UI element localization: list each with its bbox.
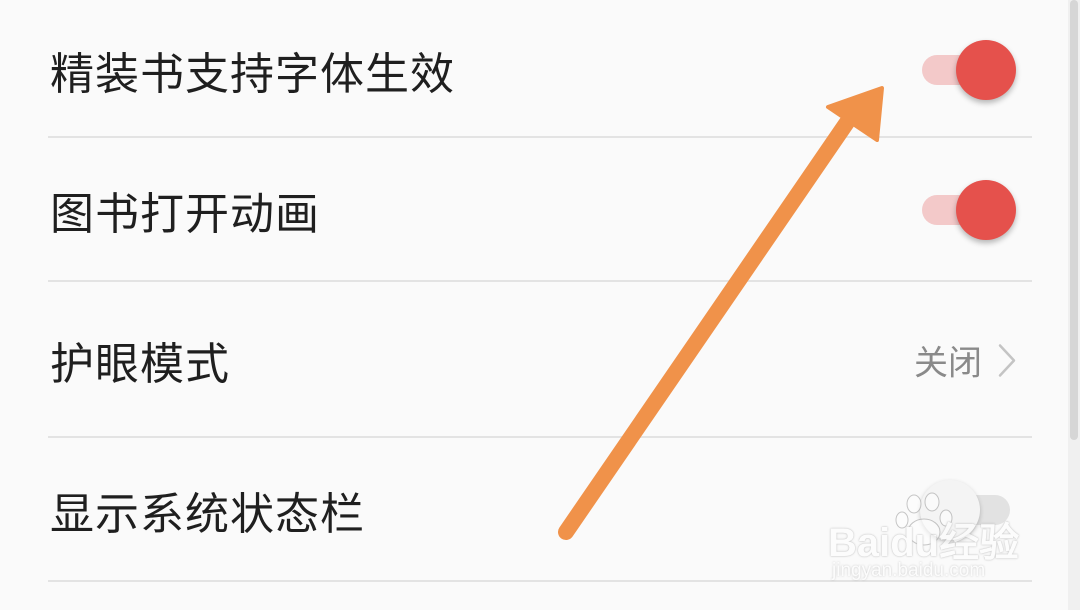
setting-label: 显示系统状态栏: [50, 489, 365, 540]
scrollbar-thumb[interactable]: [1070, 0, 1078, 440]
chevron-right-icon: [998, 343, 1016, 377]
setting-row-open-animation[interactable]: 图书打开动画: [0, 140, 1068, 280]
toggle-thumb: [956, 180, 1016, 240]
setting-label: 图书打开动画: [50, 189, 320, 240]
setting-label: 护眼模式: [50, 339, 230, 390]
setting-row-status-bar[interactable]: 显示系统状态栏: [0, 440, 1068, 580]
divider: [48, 136, 1032, 138]
settings-list: 精装书支持字体生效 图书打开动画 护眼模式 关闭 显示系统状态栏: [0, 0, 1068, 610]
eye-care-value: 关闭: [914, 343, 982, 384]
font-effect-toggle[interactable]: [920, 38, 1016, 102]
eye-care-value-link[interactable]: 关闭: [914, 336, 1016, 385]
toggle-thumb: [920, 480, 980, 540]
open-animation-toggle[interactable]: [920, 178, 1016, 242]
setting-row-eye-care[interactable]: 护眼模式 关闭: [0, 290, 1068, 430]
setting-label: 精装书支持字体生效: [50, 49, 455, 100]
divider: [48, 436, 1032, 438]
scrollbar[interactable]: [1068, 0, 1080, 610]
divider: [48, 280, 1032, 282]
toggle-thumb: [956, 40, 1016, 100]
divider: [48, 580, 1032, 582]
setting-row-font-effect[interactable]: 精装书支持字体生效: [0, 0, 1068, 140]
status-bar-toggle[interactable]: [920, 478, 1016, 542]
